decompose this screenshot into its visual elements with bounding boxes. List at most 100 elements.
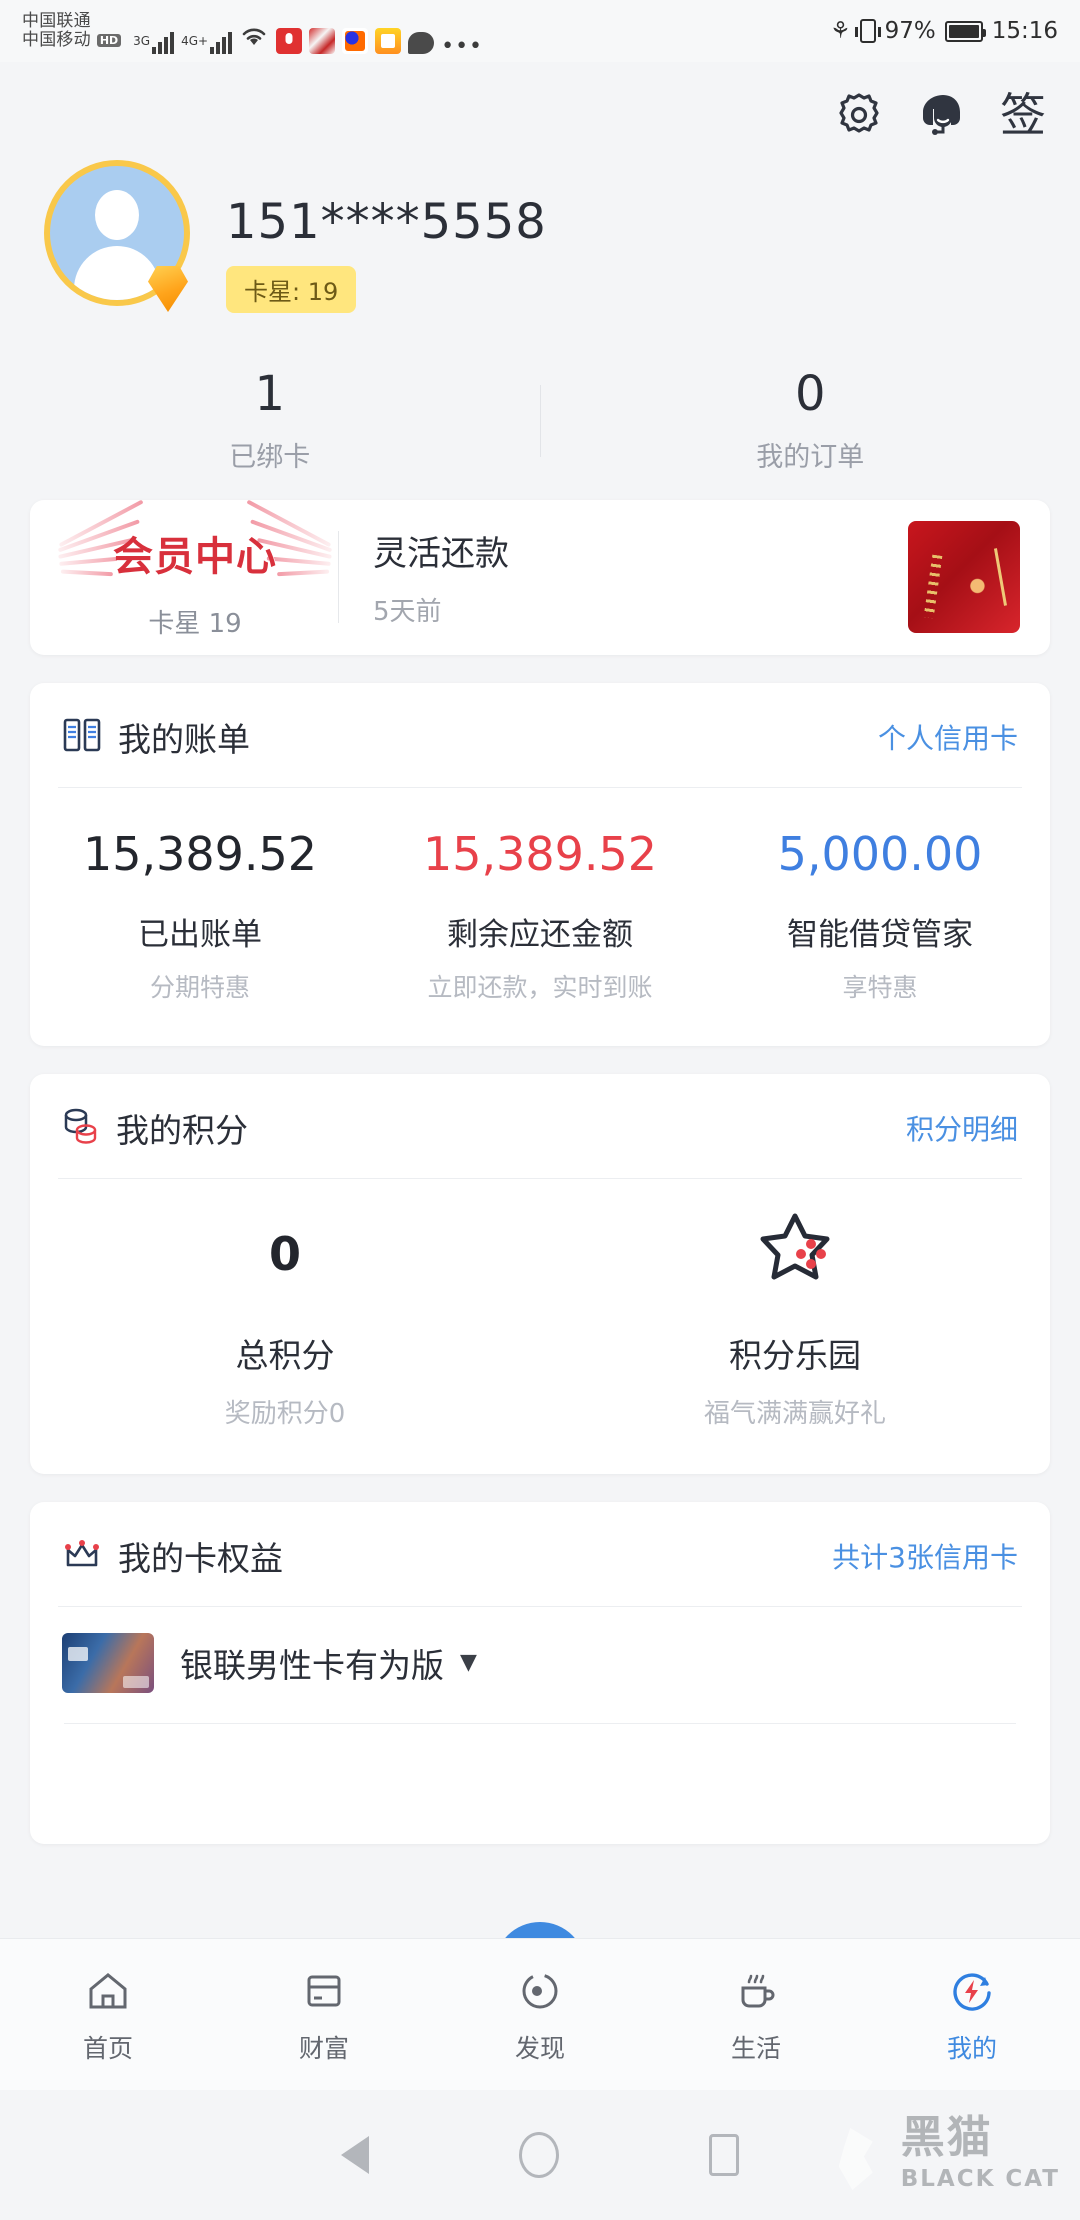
watermark-cn-label: 黑猫	[900, 2112, 993, 2163]
rights-card-header: 我的卡权益 共计3张信用卡	[30, 1502, 1050, 1606]
points-content-row: 0 总积分 奖励积分0 积分乐园 福气满满赢好礼	[30, 1179, 1050, 1474]
clock-label: 15:16	[991, 18, 1058, 44]
watermark: 黑猫 BLACK CAT	[813, 2106, 1060, 2202]
back-triangle-icon[interactable]	[341, 2136, 369, 2174]
tab-discover[interactable]: 发现	[432, 1965, 648, 2065]
more-icons-indicator: •••	[441, 34, 484, 59]
member-item-time: 5天前	[373, 597, 442, 628]
battery-icon	[944, 20, 986, 42]
eye-comfort-icon: ⚘	[829, 18, 851, 44]
bill-name: 剩余应还金额	[447, 916, 633, 953]
carrier-secondary-row: 中国移动 HD	[22, 30, 122, 50]
bill-name: 智能借贷管家	[787, 916, 973, 953]
home-icon	[85, 1965, 131, 2017]
rights-card-title: 我的卡权益	[118, 1538, 283, 1578]
avatar[interactable]	[44, 160, 190, 312]
network-type-1: 3G	[133, 34, 151, 48]
phone-number-label: 151****5558	[226, 194, 547, 250]
recents-square-icon[interactable]	[709, 2134, 739, 2176]
wings-icon: 会员中心	[57, 499, 333, 591]
rights-card-selector[interactable]: 银联男性卡有为版 ▼	[30, 1607, 1050, 1723]
tab-life[interactable]: 生活	[648, 1965, 864, 2065]
signal-bars-icon	[152, 28, 175, 54]
bill-item-remaining[interactable]: 15,389.52 剩余应还金额 立即还款，实时到账	[370, 826, 710, 1004]
personal-credit-card-link[interactable]: 个人信用卡	[878, 717, 1018, 757]
bill-amount: 15,389.52	[422, 826, 658, 881]
bill-sub: 享特惠	[842, 972, 918, 1002]
header-actions: 签	[0, 62, 1080, 152]
stat-label: 已绑卡	[229, 441, 311, 473]
points-total-label: 总积分	[235, 1335, 335, 1375]
network-type-2: 4G+	[181, 34, 209, 48]
tab-label: 财富	[298, 2033, 349, 2063]
my-bill-card: 我的账单 个人信用卡 15,389.52 已出账单 分期特惠 15,389.52…	[30, 682, 1050, 1046]
carrier-secondary-label: 中国移动	[22, 30, 91, 50]
tab-label: 发现	[514, 2033, 565, 2063]
rights-card-body	[30, 1724, 1050, 1844]
status-right: ⚘ 97% 15:16	[830, 18, 1058, 44]
compass-icon	[517, 1965, 563, 2017]
wifi-icon	[239, 24, 269, 52]
member-divider	[338, 531, 339, 624]
carrier-primary-label: 中国联通	[22, 10, 91, 31]
stat-my-orders[interactable]: 0 我的订单	[541, 368, 1080, 474]
member-center-banner[interactable]: 会员中心 卡星 19 灵活还款 5天前	[30, 499, 1050, 655]
star-level-badge[interactable]: 卡星: 19	[226, 266, 357, 313]
customer-service-icon[interactable]	[916, 88, 970, 142]
bill-amount: 15,389.52	[82, 826, 318, 881]
stat-value: 1	[254, 366, 286, 422]
bill-name: 已出账单	[138, 916, 262, 953]
vibrate-icon	[854, 19, 881, 43]
star-park-icon	[749, 1210, 841, 1300]
my-points-card: 我的积分 积分明细 0 总积分 奖励积分0 积分乐园 福气满满赢好礼	[30, 1073, 1050, 1474]
points-park-sub: 福气满满赢好礼	[703, 1398, 886, 1429]
diamond-badge-icon	[148, 266, 188, 312]
tab-label: 生活	[730, 2033, 781, 2063]
signal-bars-icon	[210, 28, 233, 54]
credit-card-thumbnail-image	[62, 1632, 154, 1693]
home-circle-icon[interactable]	[519, 2132, 559, 2178]
tab-wealth[interactable]: 财富	[216, 1965, 432, 2065]
chevron-down-icon[interactable]: ▼	[460, 1650, 477, 1675]
carrier-primary-row: 中国联通	[22, 10, 121, 31]
sign-in-button[interactable]: 签	[1000, 92, 1046, 138]
status-bar: 中国联通 中国移动 HD 3G 4G+ ••• ⚘ 97% 15:16	[0, 0, 1080, 62]
member-item[interactable]: 灵活还款 5天前	[373, 526, 908, 628]
points-park-label: 积分乐园	[729, 1335, 861, 1375]
tab-mine[interactable]: 我的	[864, 1965, 1080, 2065]
mail-app-icon	[375, 28, 402, 54]
points-total[interactable]: 0 总积分 奖励积分0	[30, 1213, 540, 1430]
tab-label: 首页	[82, 2033, 133, 2063]
stat-bound-cards[interactable]: 1 已绑卡	[0, 368, 540, 474]
points-park[interactable]: 积分乐园 福气满满赢好礼	[540, 1213, 1050, 1430]
coffee-cup-icon	[733, 1965, 779, 2017]
points-total-value: 0	[268, 1227, 301, 1282]
bill-item-statement[interactable]: 15,389.52 已出账单 分期特惠	[30, 826, 370, 1004]
vip-logo: 会员中心 卡星 19	[57, 499, 333, 640]
status-icons: 3G 4G+ •••	[133, 8, 484, 59]
total-cards-link[interactable]: 共计3张信用卡	[832, 1536, 1018, 1576]
profile-section[interactable]: 151****5558 卡星: 19	[0, 152, 1080, 332]
promo-thumbnail-image[interactable]	[908, 521, 1020, 634]
stat-label: 我的订单	[756, 441, 865, 473]
battery-percent-label: 97%	[884, 18, 936, 44]
vip-level-label: 卡星 19	[148, 608, 242, 639]
black-cat-logo-icon	[813, 2106, 887, 2202]
bill-item-loan-manager[interactable]: 5,000.00 智能借贷管家 享特惠	[710, 826, 1050, 1004]
points-reward-label: 奖励积分0	[224, 1398, 346, 1429]
signal-4g: 4G+	[181, 28, 233, 54]
points-card-title: 我的积分	[116, 1110, 248, 1150]
selected-card-name[interactable]: 银联男性卡有为版 ▼	[180, 1639, 477, 1687]
watermark-en-label: BLACK CAT	[900, 2166, 1060, 2192]
member-item-title: 灵活还款	[373, 534, 509, 575]
bill-book-icon	[62, 716, 102, 758]
bill-amount: 5,000.00	[777, 826, 983, 881]
gear-icon[interactable]	[832, 88, 886, 142]
bill-sub: 分期特惠	[149, 972, 250, 1002]
recorder-app-icon	[276, 28, 303, 54]
bottom-tabbar: 首页 财富 发现 生活 我的	[0, 1938, 1080, 2090]
bill-card-title: 我的账单	[118, 719, 250, 759]
tab-home[interactable]: 首页	[0, 1965, 216, 2065]
message-bubble-icon	[408, 32, 435, 54]
points-detail-link[interactable]: 积分明细	[906, 1108, 1018, 1148]
